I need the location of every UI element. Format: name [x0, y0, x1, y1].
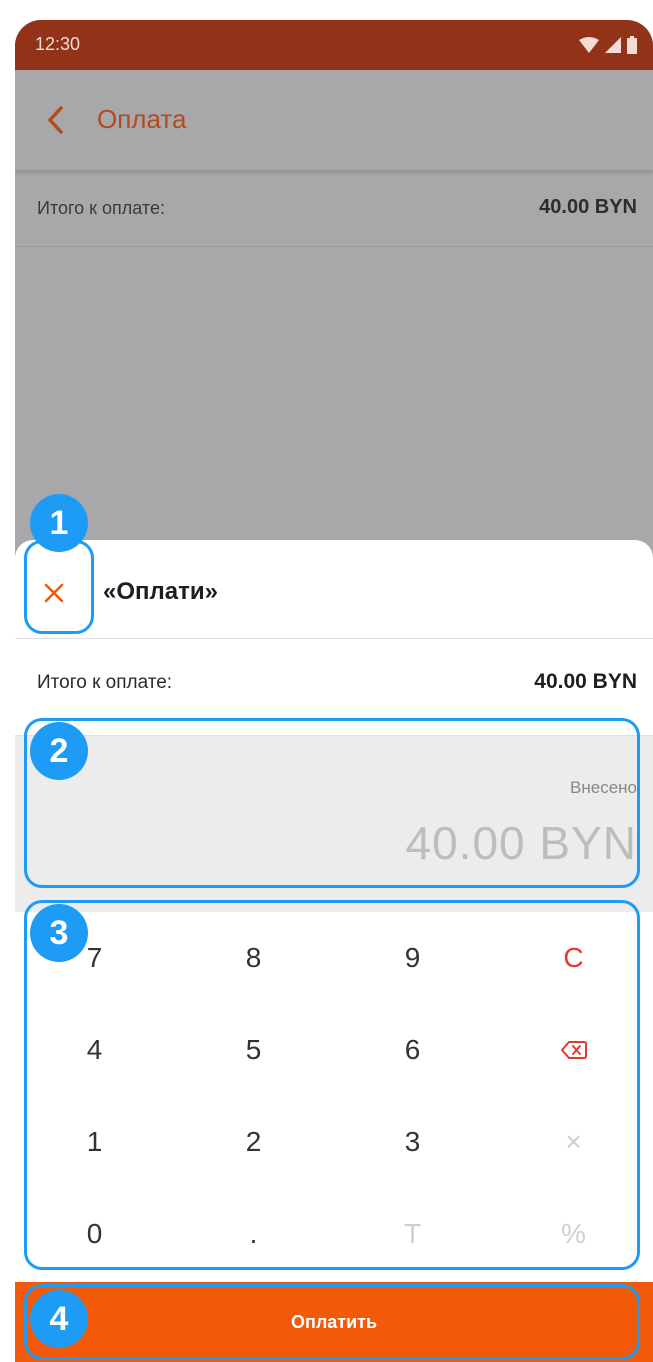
- page-title: Оплата: [97, 104, 187, 134]
- callout-outline-1: [24, 540, 94, 634]
- callout-badge-3: 3: [30, 904, 88, 962]
- app-bar: Оплата: [15, 70, 653, 171]
- background-total-value: 40.00 BYN: [539, 196, 637, 218]
- callout-badge-4: 4: [30, 1290, 88, 1348]
- background-total-row: Итого к оплате: 40.00 BYN: [15, 172, 653, 247]
- signal-icon: [605, 37, 621, 53]
- status-bar: 12:30: [15, 20, 653, 70]
- callout-badge-1: 1: [30, 494, 88, 552]
- status-icons: [579, 36, 637, 54]
- total-label: Итого к оплате:: [37, 672, 173, 693]
- back-chevron-icon[interactable]: [41, 102, 71, 138]
- callout-badge-2: 2: [30, 722, 88, 780]
- background-total-label: Итого к оплате:: [37, 198, 165, 218]
- status-time: 12:30: [35, 34, 81, 54]
- callout-outline-3: [24, 900, 640, 1270]
- divider: [15, 638, 653, 639]
- sheet-title: «Оплати»: [103, 578, 218, 605]
- callout-outline-2: [24, 718, 640, 888]
- total-value: 40.00 BYN: [534, 670, 637, 693]
- callout-outline-4: [24, 1284, 640, 1360]
- battery-icon: [627, 36, 637, 54]
- wifi-icon: [579, 37, 599, 53]
